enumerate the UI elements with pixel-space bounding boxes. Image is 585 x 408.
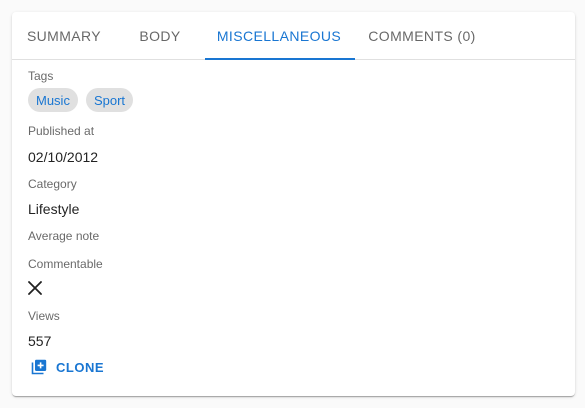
views-field: Views 557 xyxy=(28,309,559,355)
active-tab-indicator xyxy=(205,58,355,60)
record-card: Summary Body Miscellaneous Comments (0) … xyxy=(12,12,575,396)
commentable-label: Commentable xyxy=(28,257,103,271)
category-label: Category xyxy=(28,177,77,191)
tab-body[interactable]: Body xyxy=(116,12,204,59)
category-field: Category Lifestyle xyxy=(28,177,559,229)
tag-chip-sport[interactable]: Sport xyxy=(85,88,134,112)
published-at-label: Published at xyxy=(28,124,95,138)
tags-field: Tags Music Sport xyxy=(28,69,559,124)
tags-chip-list: Music Sport xyxy=(28,88,559,112)
average-note-label: Average note xyxy=(28,229,100,243)
views-value: 557 xyxy=(28,333,52,349)
tab-summary[interactable]: Summary xyxy=(12,12,116,59)
tags-label: Tags xyxy=(28,69,54,83)
close-icon xyxy=(28,280,42,300)
clone-button-label: Clone xyxy=(56,359,104,375)
published-at-value: 02/10/2012 xyxy=(28,149,99,165)
category-value: Lifestyle xyxy=(28,201,80,217)
commentable-value xyxy=(28,280,559,300)
average-note-field: Average note xyxy=(28,229,559,257)
tab-bar: Summary Body Miscellaneous Comments (0) xyxy=(12,12,575,60)
views-label: Views xyxy=(28,309,60,323)
commentable-field: Commentable xyxy=(28,257,559,309)
tab-comments[interactable]: Comments (0) xyxy=(354,12,490,59)
published-at-field: Published at 02/10/2012 xyxy=(28,124,559,177)
tag-chip-music[interactable]: Music xyxy=(28,88,78,112)
clone-button[interactable]: Clone xyxy=(26,355,109,379)
library-add-icon xyxy=(31,359,47,375)
tab-content: Tags Music Sport Published at 02/10/2012… xyxy=(12,60,575,380)
tab-miscellaneous[interactable]: Miscellaneous xyxy=(204,12,354,59)
